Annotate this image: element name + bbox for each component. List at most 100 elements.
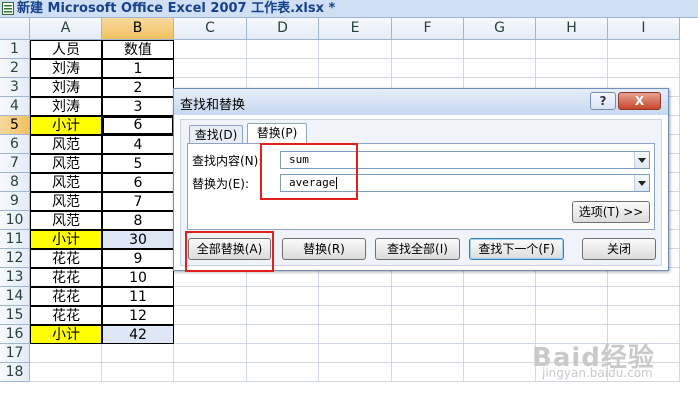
cell-h15[interactable] [536, 306, 608, 325]
cell-a16[interactable]: 小计 [30, 325, 102, 344]
find-all-button[interactable]: 查找全部(I) [375, 238, 460, 260]
row-header-14[interactable]: 14 [0, 287, 30, 306]
cell-g16[interactable] [464, 325, 536, 344]
cell-a13[interactable]: 花花 [30, 268, 102, 287]
cell-d16[interactable] [247, 325, 319, 344]
cell-b15[interactable]: 12 [102, 306, 174, 325]
row-header-3[interactable]: 3 [0, 78, 30, 97]
cell-a14[interactable]: 花花 [30, 287, 102, 306]
cell-b17[interactable] [102, 344, 174, 363]
cell-g2[interactable] [464, 59, 536, 78]
cell-d2[interactable] [247, 59, 319, 78]
cell-i2[interactable] [608, 59, 680, 78]
cell-a18[interactable] [30, 363, 102, 382]
row-header-7[interactable]: 7 [0, 154, 30, 173]
cell-a4[interactable]: 刘涛 [30, 97, 102, 116]
cell-g18[interactable] [464, 363, 536, 382]
cell-e16[interactable] [319, 325, 392, 344]
cell-c1[interactable] [174, 40, 247, 59]
cell-c17[interactable] [174, 344, 247, 363]
row-header-1[interactable]: 1 [0, 40, 30, 59]
replace-all-button[interactable]: 全部替换(A) [188, 238, 271, 260]
column-header-h[interactable]: H [536, 18, 608, 40]
cell-b1[interactable]: 数值 [102, 40, 174, 59]
cell-a9[interactable]: 风范 [30, 192, 102, 211]
cell-i15[interactable] [608, 306, 680, 325]
row-header-5[interactable]: 5 [0, 116, 30, 135]
cell-c2[interactable] [174, 59, 247, 78]
row-header-6[interactable]: 6 [0, 135, 30, 154]
find-what-combo[interactable]: sum [280, 151, 650, 169]
cell-a8[interactable]: 风范 [30, 173, 102, 192]
cell-a15[interactable]: 花花 [30, 306, 102, 325]
row-header-11[interactable]: 11 [0, 230, 30, 249]
cell-d1[interactable] [247, 40, 319, 59]
cell-d18[interactable] [247, 363, 319, 382]
replace-with-combo[interactable]: average [280, 174, 650, 192]
dialog-close-button[interactable]: 关闭 [582, 238, 656, 260]
cell-d15[interactable] [247, 306, 319, 325]
cell-b4[interactable]: 3 [102, 97, 174, 116]
cell-f17[interactable] [392, 344, 464, 363]
cell-g1[interactable] [464, 40, 536, 59]
row-header-4[interactable]: 4 [0, 97, 30, 116]
replace-button[interactable]: 替换(R) [282, 238, 366, 260]
cell-e15[interactable] [319, 306, 392, 325]
cell-a5[interactable]: 小计 [30, 116, 102, 135]
help-button[interactable]: ? [590, 92, 616, 110]
cell-b6[interactable]: 4 [102, 135, 174, 154]
row-header-13[interactable]: 13 [0, 268, 30, 287]
cell-b9[interactable]: 7 [102, 192, 174, 211]
column-header-e[interactable]: E [319, 18, 392, 40]
cell-a10[interactable]: 风范 [30, 211, 102, 230]
cell-g14[interactable] [464, 287, 536, 306]
cell-f14[interactable] [392, 287, 464, 306]
cell-c15[interactable] [174, 306, 247, 325]
cell-b5[interactable]: 6 [102, 116, 174, 135]
column-header-i[interactable]: I [608, 18, 680, 40]
cell-b7[interactable]: 5 [102, 154, 174, 173]
column-header-c[interactable]: C [174, 18, 247, 40]
cell-a6[interactable]: 风范 [30, 135, 102, 154]
cell-h1[interactable] [536, 40, 608, 59]
cell-a17[interactable] [30, 344, 102, 363]
cell-b2[interactable]: 1 [102, 59, 174, 78]
column-header-g[interactable]: G [464, 18, 536, 40]
row-header-18[interactable]: 18 [0, 363, 30, 382]
cell-a11[interactable]: 小计 [30, 230, 102, 249]
column-header-f[interactable]: F [392, 18, 464, 40]
close-icon[interactable]: X [618, 92, 661, 110]
cell-b13[interactable]: 10 [102, 268, 174, 287]
cell-c18[interactable] [174, 363, 247, 382]
chevron-down-icon[interactable] [634, 152, 649, 168]
cell-b16[interactable]: 42 [102, 325, 174, 344]
select-all-corner[interactable] [0, 18, 30, 40]
row-header-2[interactable]: 2 [0, 59, 30, 78]
cell-b18[interactable] [102, 363, 174, 382]
cell-a7[interactable]: 风范 [30, 154, 102, 173]
cell-e17[interactable] [319, 344, 392, 363]
cell-b12[interactable]: 9 [102, 249, 174, 268]
row-header-17[interactable]: 17 [0, 344, 30, 363]
cell-a3[interactable]: 刘涛 [30, 78, 102, 97]
row-header-16[interactable]: 16 [0, 325, 30, 344]
cell-i14[interactable] [608, 287, 680, 306]
cell-d14[interactable] [247, 287, 319, 306]
cell-b3[interactable]: 2 [102, 78, 174, 97]
cell-g17[interactable] [464, 344, 536, 363]
dialog-title-bar[interactable]: 查找和替换 ? X [174, 89, 668, 115]
cell-f16[interactable] [392, 325, 464, 344]
cell-c16[interactable] [174, 325, 247, 344]
cell-i1[interactable] [608, 40, 680, 59]
cell-a2[interactable]: 刘涛 [30, 59, 102, 78]
row-header-12[interactable]: 12 [0, 249, 30, 268]
cell-c14[interactable] [174, 287, 247, 306]
chevron-down-icon[interactable] [634, 175, 649, 191]
row-header-9[interactable]: 9 [0, 192, 30, 211]
cell-b10[interactable]: 8 [102, 211, 174, 230]
cell-e14[interactable] [319, 287, 392, 306]
row-header-15[interactable]: 15 [0, 306, 30, 325]
options-button[interactable]: 选项(T) >> [572, 201, 650, 223]
column-header-a[interactable]: A [30, 18, 102, 40]
cell-h14[interactable] [536, 287, 608, 306]
